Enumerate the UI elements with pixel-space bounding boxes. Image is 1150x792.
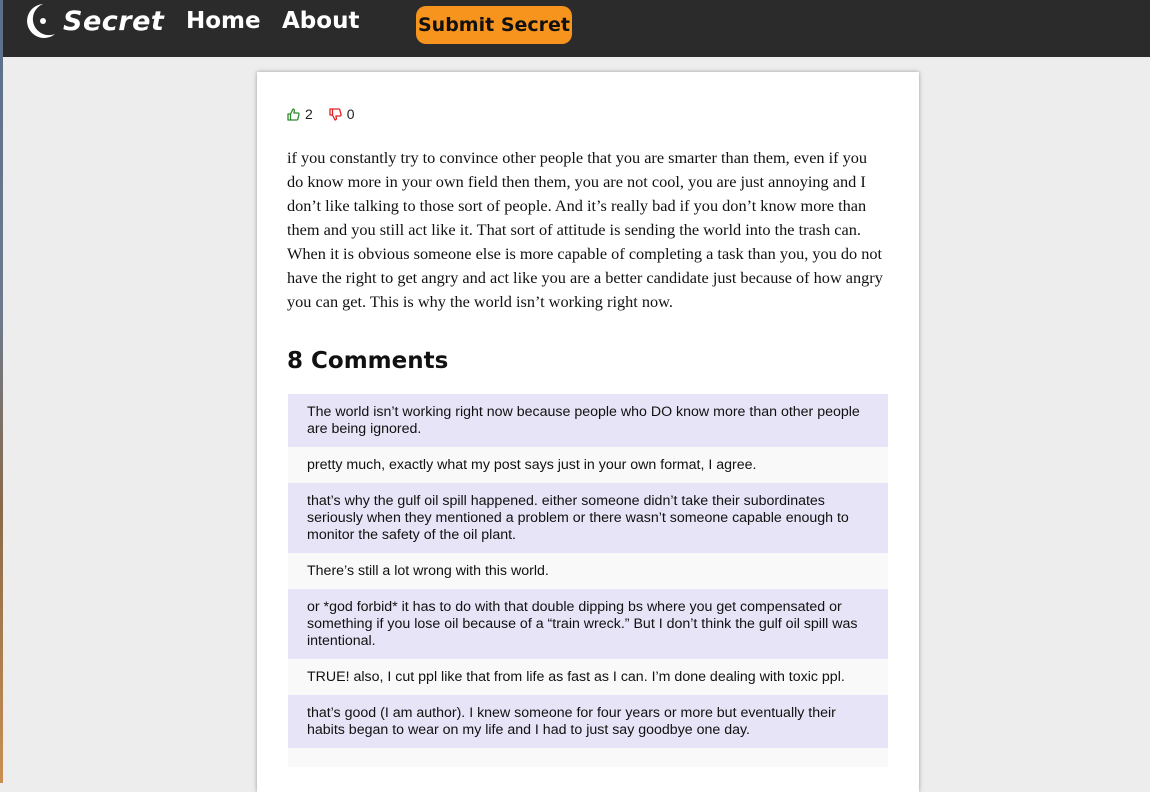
upvote-count: 2 (305, 106, 313, 122)
comment-item: pretty much, exactly what my post says j… (288, 447, 888, 483)
vote-bar: 2 0 (287, 106, 355, 122)
comments-count: 8 (287, 348, 304, 374)
secret-body-text: if you constantly try to convince other … (287, 148, 883, 311)
comment-item: TRUE! also, I cut ppl like that from lif… (288, 659, 888, 695)
comment-item: There’s still a lot wrong with this worl… (288, 553, 888, 589)
comments-heading: 8 Comments (287, 348, 448, 374)
navbar: Secret Home About Submit Secret (3, 0, 1150, 57)
comment-item: The world isn’t working right now becaus… (288, 394, 888, 447)
logo-link[interactable]: Secret (23, 2, 164, 40)
desktop-background-edge (0, 0, 3, 783)
submit-secret-button[interactable]: Submit Secret (416, 6, 572, 44)
thumbs-up-icon (287, 107, 300, 121)
logo-text: Secret (63, 5, 165, 37)
comments-list: The world isn’t working right now becaus… (288, 394, 888, 767)
upvote-button[interactable]: 2 (287, 106, 313, 122)
nav-about-link[interactable]: About (282, 8, 359, 34)
comment-item: that’s good (I am author). I knew someon… (288, 695, 888, 748)
secret-card: 2 0 if you constantly try to convince ot… (257, 72, 919, 792)
comments-label: Comments (311, 348, 449, 374)
comment-item: that’s why the gulf oil spill happened. … (288, 483, 888, 553)
nav-home-link[interactable]: Home (186, 8, 261, 34)
comment-item: or *god forbid* it has to do with that d… (288, 589, 888, 659)
crescent-logo-icon (27, 4, 55, 38)
thumbs-down-icon (329, 107, 342, 121)
downvote-button[interactable]: 0 (329, 106, 355, 122)
comment-item (288, 748, 888, 767)
downvote-count: 0 (346, 106, 355, 122)
